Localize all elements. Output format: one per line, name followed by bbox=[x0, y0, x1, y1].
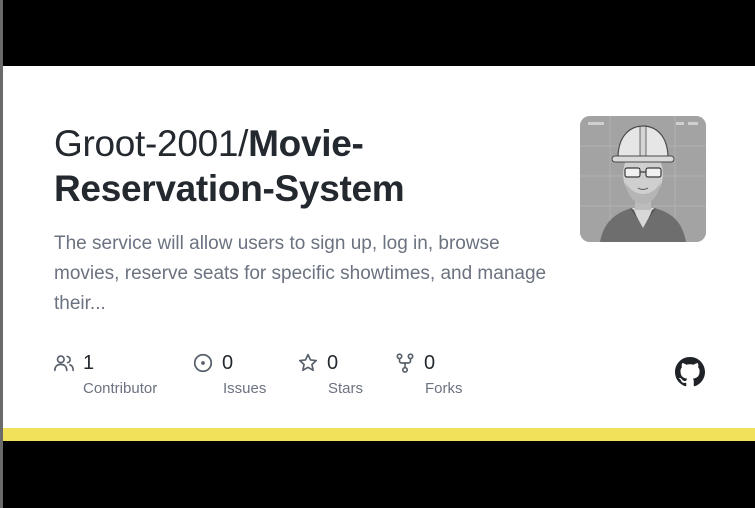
forks-count: 0 bbox=[424, 351, 436, 374]
stat-issues[interactable]: 0 Issues bbox=[192, 350, 266, 397]
social-preview-frame: Groot-2001/Movie-Reservation-System The … bbox=[0, 0, 755, 508]
issues-count: 0 bbox=[222, 351, 234, 374]
engineer-portrait-icon bbox=[580, 116, 706, 242]
stars-label: Stars bbox=[328, 380, 364, 397]
repository-description: The service will allow users to sign up,… bbox=[54, 233, 547, 314]
language-color-bar bbox=[3, 428, 755, 441]
star-icon bbox=[298, 353, 318, 372]
repository-title[interactable]: Groot-2001/Movie-Reservation-System bbox=[54, 121, 514, 211]
people-icon bbox=[54, 355, 74, 372]
owner-avatar[interactable] bbox=[580, 116, 706, 242]
contributors-count: 1 bbox=[83, 351, 95, 374]
stat-stars[interactable]: 0 Stars bbox=[297, 350, 363, 397]
stars-count: 0 bbox=[327, 351, 339, 374]
repository-owner: Groot-2001/ bbox=[54, 123, 249, 164]
issues-label: Issues bbox=[223, 380, 267, 397]
stat-forks[interactable]: 0 Forks bbox=[394, 350, 463, 397]
repository-card: Groot-2001/Movie-Reservation-System The … bbox=[3, 66, 755, 428]
repo-forked-icon bbox=[396, 353, 414, 373]
contributors-label: Contributor bbox=[83, 380, 158, 397]
stat-contributors[interactable]: 1 Contributor bbox=[53, 350, 157, 397]
github-mark-icon[interactable] bbox=[675, 357, 705, 387]
forks-label: Forks bbox=[425, 380, 463, 397]
issue-opened-icon bbox=[193, 353, 213, 373]
